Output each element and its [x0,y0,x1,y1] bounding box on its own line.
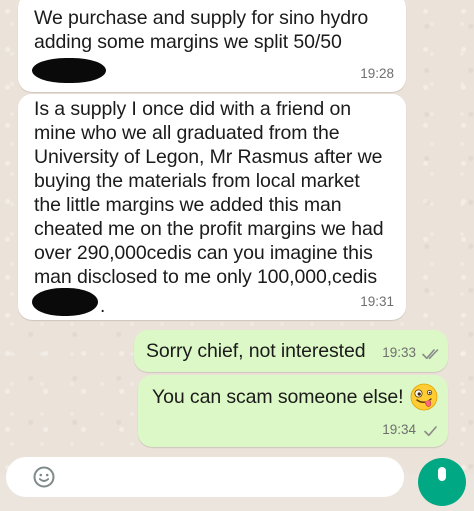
incoming-message-bubble[interactable]: We purchase and supply for sino hydro ad… [18,0,406,92]
mic-button[interactable] [418,458,466,506]
redacted-name-blot [32,58,106,83]
message-text: Sorry chief, not interested [146,340,366,362]
outgoing-message-bubble[interactable]: Sorry chief, not interested 19:33 [134,330,448,372]
double-check-icon [422,349,439,360]
message-timestamp: 19:28 [360,66,394,81]
zany-face-emoji [410,383,438,411]
message-text: We purchase and supply for sino hydro ad… [34,7,369,53]
message-input-bar[interactable] [6,457,404,497]
message-timestamp: 19:33 [382,345,416,360]
redacted-name-blot [32,288,98,316]
message-text: You can scam someone else! [152,386,404,408]
trailing-period: . [100,296,106,317]
emoji-icon[interactable] [32,465,56,489]
incoming-message-bubble[interactable]: Is a supply I once did with a friend on … [18,94,406,320]
message-timestamp: 19:31 [360,294,394,309]
mic-icon [438,467,446,481]
message-timestamp: 19:34 [382,422,416,437]
message-text: Is a supply I once did with a friend on … [34,98,384,288]
outgoing-message-bubble[interactable]: You can scam someone else! 19:34 [138,375,448,447]
single-check-icon [424,426,437,437]
